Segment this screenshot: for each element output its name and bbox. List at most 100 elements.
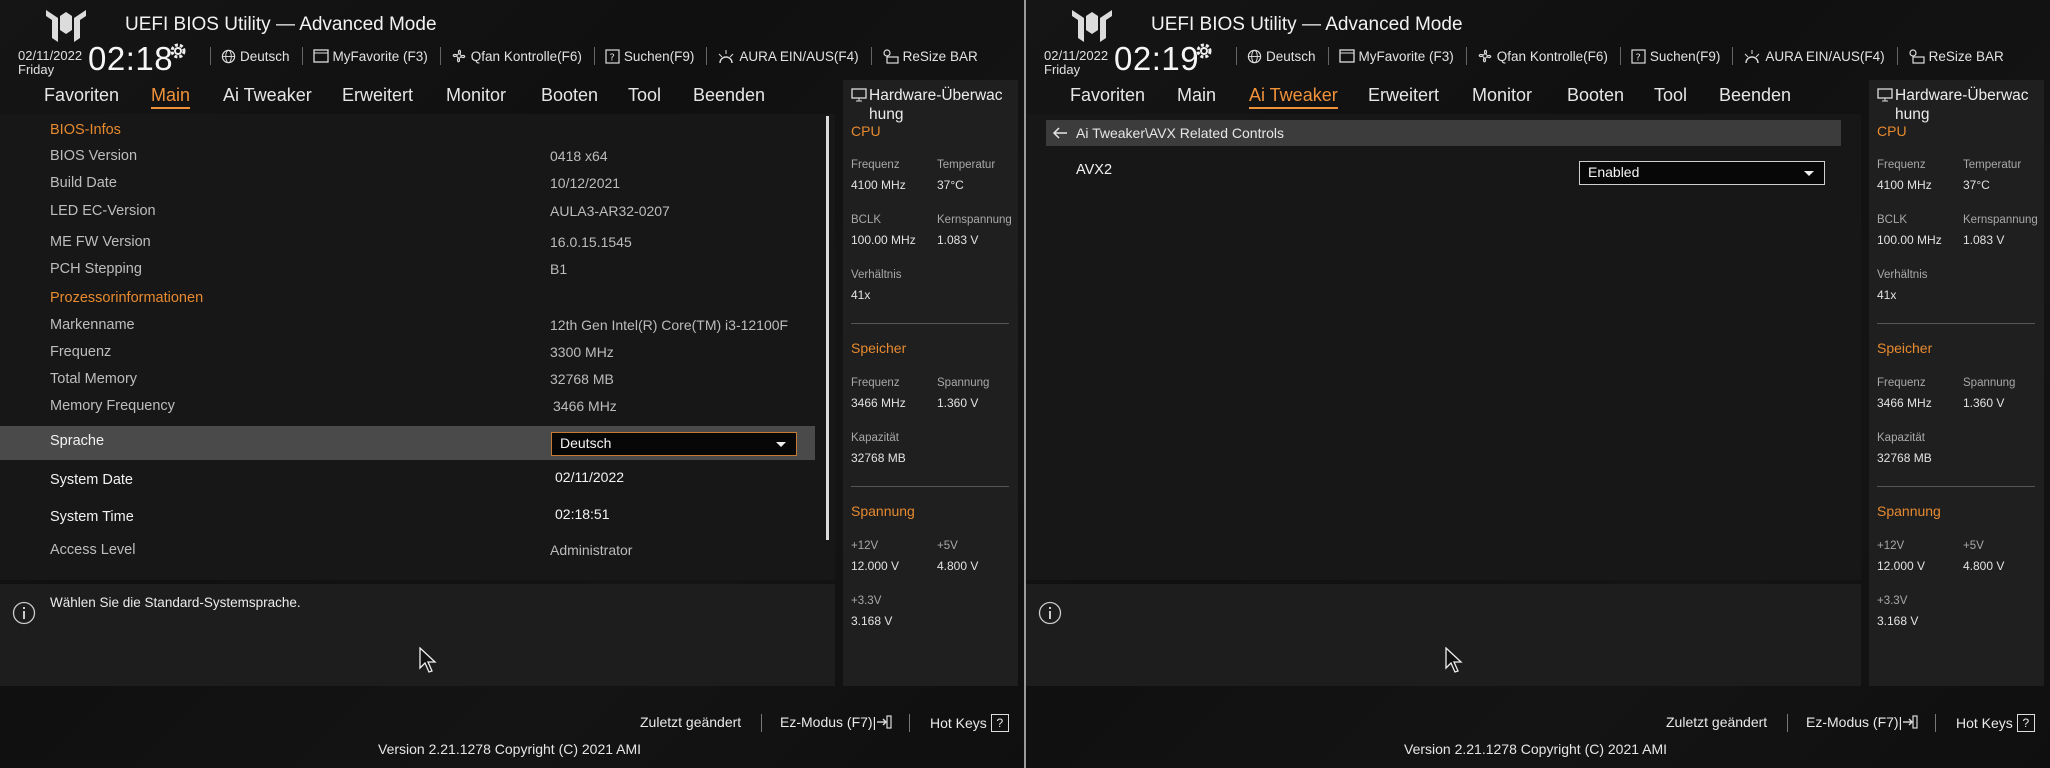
toolbar-resize-bar[interactable]: ReSize BAR bbox=[882, 49, 978, 64]
current-date: 02/11/2022 bbox=[1044, 48, 1109, 63]
hw-cpu-vcore-label: Kernspannung bbox=[937, 214, 1012, 226]
hw-cpu-temp: 37°C bbox=[1963, 178, 1990, 192]
last-modified-button[interactable]: Zuletzt geändert bbox=[640, 714, 741, 730]
hardware-monitor-title: Hardware-Überwac hung bbox=[1895, 87, 2029, 123]
tab-erweitert[interactable]: Erweitert bbox=[342, 85, 413, 106]
divider bbox=[909, 714, 910, 732]
tab-monitor[interactable]: Monitor bbox=[446, 85, 506, 106]
toolbar-resize-bar[interactable]: ReSize BAR bbox=[1908, 49, 2004, 64]
tuf-logo-icon bbox=[46, 10, 86, 42]
tab-main[interactable]: Main bbox=[1177, 85, 1216, 106]
toolbar-search[interactable]: ? Suchen(F9) bbox=[1631, 48, 1720, 64]
value-total-memory: 32768 MB bbox=[550, 371, 614, 387]
tab-erweitert[interactable]: Erweitert bbox=[1368, 85, 1439, 106]
clock[interactable]: 02:18 bbox=[88, 40, 173, 78]
tab-beenden[interactable]: Beenden bbox=[1719, 85, 1791, 106]
hw-voltage-title: Spannung bbox=[1877, 503, 1941, 519]
hw-mem-frequency-label: Frequenz bbox=[1877, 377, 1926, 389]
ez-mode-button[interactable]: Ez-Modus (F7)| bbox=[780, 714, 892, 730]
tab-booten[interactable]: Booten bbox=[1567, 85, 1624, 106]
hot-keys-button[interactable]: Hot Keys ? bbox=[930, 714, 1009, 732]
section-processor-info: Prozessorinformationen bbox=[50, 290, 204, 306]
gear-icon[interactable] bbox=[168, 41, 188, 61]
tab-tool[interactable]: Tool bbox=[628, 85, 661, 106]
tab-beenden[interactable]: Beenden bbox=[693, 85, 765, 106]
current-weekday: Friday bbox=[18, 62, 55, 77]
hw-mem-voltage-label: Spannung bbox=[937, 377, 990, 389]
hw-cpu-ratio-label: Verhältnis bbox=[851, 269, 902, 281]
chevron-down-icon bbox=[1804, 171, 1814, 176]
hw-33v: 3.168 V bbox=[851, 614, 893, 628]
svg-text:?: ? bbox=[609, 52, 614, 63]
tab-favoriten[interactable]: Favoriten bbox=[44, 85, 119, 106]
toolbar: Deutsch MyFavorite (F3) Qfan Kontrolle(F… bbox=[1236, 47, 2016, 65]
tab-monitor[interactable]: Monitor bbox=[1472, 85, 1532, 106]
hw-cpu-ratio: 41x bbox=[851, 288, 871, 302]
fan-icon bbox=[1478, 49, 1492, 63]
mouse-cursor-icon bbox=[419, 647, 437, 673]
main-content: Ai Tweaker\AVX Related Controls AVX2 Ena… bbox=[1026, 114, 1861, 580]
value-access-level: Administrator bbox=[550, 542, 633, 558]
hw-mem-frequency-label: Frequenz bbox=[851, 377, 900, 389]
value-me-fw-version: 16.0.15.1545 bbox=[550, 234, 632, 250]
hw-cpu-temp-label: Temperatur bbox=[937, 159, 996, 171]
hardware-monitor-title: Hardware-Überwac hung bbox=[869, 87, 1003, 123]
system-date-field[interactable]: 02/11/2022 bbox=[555, 469, 624, 485]
gear-icon[interactable] bbox=[1194, 41, 1214, 61]
toolbar-qfan[interactable]: Qfan Kontrolle(F6) bbox=[451, 48, 582, 64]
toolbar-language[interactable]: Deutsch bbox=[221, 49, 290, 64]
value-brand-name: 12th Gen Intel(R) Core(TM) i3-12100F bbox=[550, 317, 789, 333]
hw-mem-voltage-label: Spannung bbox=[1963, 377, 2016, 389]
value-pch-stepping: B1 bbox=[550, 261, 568, 277]
tab-booten[interactable]: Booten bbox=[541, 85, 598, 106]
tab-favoriten[interactable]: Favoriten bbox=[1070, 85, 1145, 106]
row-memory-frequency: Memory Frequency bbox=[50, 398, 175, 414]
divider bbox=[1787, 714, 1788, 732]
exit-icon bbox=[1903, 715, 1918, 729]
scrollbar[interactable] bbox=[826, 116, 829, 540]
last-modified-button[interactable]: Zuletzt geändert bbox=[1666, 714, 1767, 730]
system-time-field[interactable]: 02:18:51 bbox=[555, 506, 610, 522]
hw-cpu-ratio: 41x bbox=[1877, 288, 1897, 302]
tab-ai-tweaker[interactable]: Ai Tweaker bbox=[223, 85, 312, 106]
divider bbox=[1935, 714, 1936, 732]
info-icon bbox=[1038, 601, 1062, 625]
toolbar-aura[interactable]: AURA EIN/AUS(F4) bbox=[717, 49, 859, 64]
hot-keys-button[interactable]: Hot Keys ? bbox=[1956, 714, 2035, 732]
fan-icon bbox=[452, 49, 466, 63]
hw-33v: 3.168 V bbox=[1877, 614, 1919, 628]
hw-voltage-title: Spannung bbox=[851, 503, 915, 519]
back-arrow-icon[interactable] bbox=[1052, 125, 1068, 141]
toolbar-qfan[interactable]: Qfan Kontrolle(F6) bbox=[1477, 48, 1608, 64]
toolbar-myfavorite[interactable]: MyFavorite (F3) bbox=[312, 49, 428, 64]
toolbar-language[interactable]: Deutsch bbox=[1247, 49, 1316, 64]
toolbar-myfavorite[interactable]: MyFavorite (F3) bbox=[1338, 49, 1454, 64]
ez-mode-button[interactable]: Ez-Modus (F7)| bbox=[1806, 714, 1918, 730]
hw-cpu-bclk: 100.00 MHz bbox=[851, 233, 916, 247]
tab-main[interactable]: Main bbox=[151, 85, 191, 109]
tab-ai-tweaker[interactable]: Ai Tweaker bbox=[1249, 85, 1338, 109]
value-frequency: 3300 MHz bbox=[550, 344, 614, 360]
tab-tool[interactable]: Tool bbox=[1654, 85, 1687, 106]
help-icon: ? bbox=[990, 714, 1009, 732]
svg-text:?: ? bbox=[1635, 52, 1640, 63]
toolbar-search[interactable]: ? Suchen(F9) bbox=[605, 49, 694, 64]
hw-12v-label: +12V bbox=[851, 540, 879, 552]
search-icon: ? bbox=[1631, 48, 1646, 64]
hw-cpu-temp: 37°C bbox=[937, 178, 964, 192]
hw-cpu-bclk-label: BCLK bbox=[1877, 214, 1908, 226]
toolbar: Deutsch MyFavorite (F3) Qfan Kontrolle(F… bbox=[210, 47, 990, 65]
resize-bar-icon bbox=[883, 48, 899, 64]
hw-5v-label: +5V bbox=[1963, 540, 1984, 552]
clock[interactable]: 02:19 bbox=[1114, 40, 1199, 78]
value-build-date: 10/12/2021 bbox=[550, 175, 621, 191]
hw-5v: 4.800 V bbox=[937, 559, 979, 573]
row-access-level: Access Level bbox=[50, 542, 136, 558]
hw-12v-label: +12V bbox=[1877, 540, 1905, 552]
aura-icon bbox=[1745, 49, 1760, 63]
language-select[interactable]: Deutsch bbox=[551, 432, 797, 456]
toolbar-aura[interactable]: AURA EIN/AUS(F4) bbox=[1743, 49, 1885, 64]
avx2-select[interactable]: Enabled bbox=[1579, 161, 1825, 185]
value-memory-frequency: 3466 MHz bbox=[553, 398, 617, 414]
aura-icon bbox=[719, 49, 734, 63]
